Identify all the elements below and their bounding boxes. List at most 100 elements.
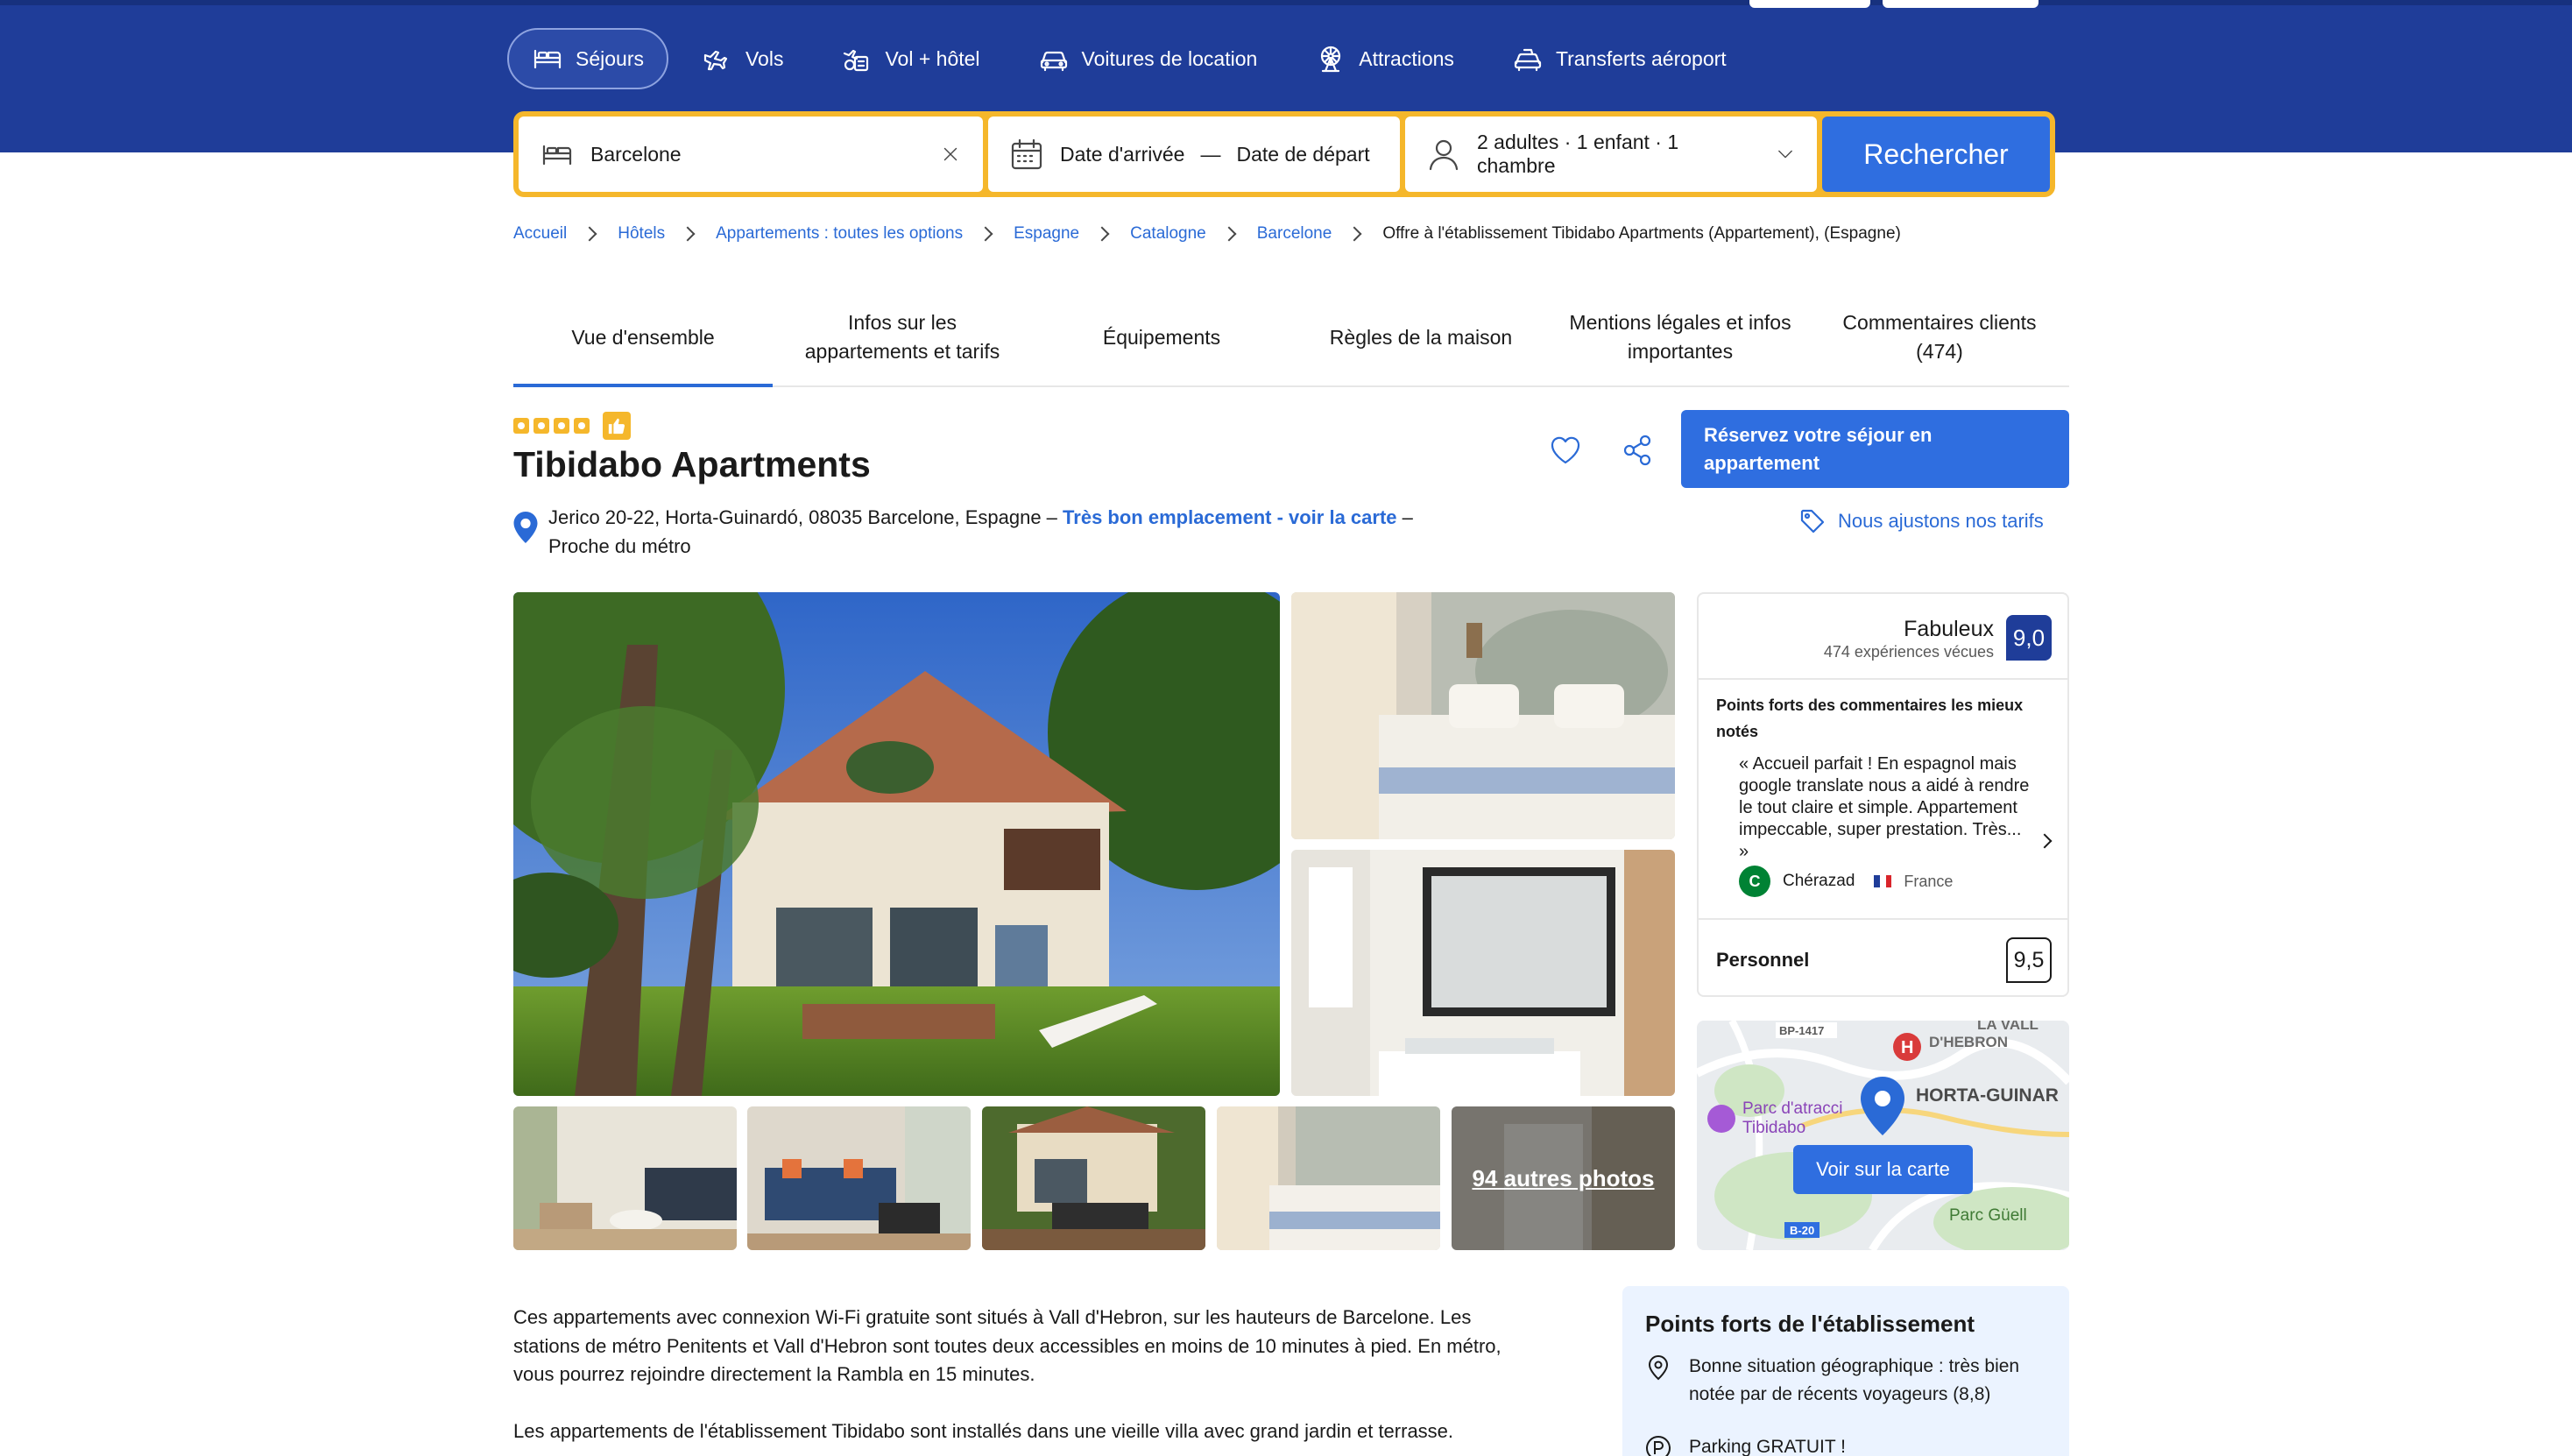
- share-button[interactable]: [1616, 429, 1658, 471]
- price-tag-icon: [1800, 509, 1825, 534]
- nav-flights[interactable]: Vols: [677, 28, 808, 89]
- highlight-parking: Parking GRATUIT !: [1645, 1433, 2057, 1456]
- share-icon: [1623, 435, 1651, 466]
- thumb-sofa[interactable]: [747, 1106, 971, 1250]
- divider: [1699, 918, 2067, 920]
- map-label-horta: HORTA-GUINAR: [1916, 1085, 2059, 1106]
- checkout-value: Date de départ: [1236, 142, 1370, 166]
- plane-icon: [703, 50, 728, 71]
- price-match-label: Nous ajustons nos tarifs: [1838, 510, 2044, 532]
- property-address: Jerico 20-22, Horta-Guinardó, 08035 Barc…: [513, 503, 1486, 561]
- property-description: Ces appartements avec connexion Wi-Fi gr…: [513, 1304, 1543, 1445]
- review-summary-card: Fabuleux 474 expériences vécues 9,0 Poin…: [1697, 592, 2069, 997]
- review-quote: « Accueil parfait ! En espagnol mais goo…: [1739, 754, 2030, 861]
- description-paragraph: Les appartements de l'établissement Tibi…: [513, 1419, 1454, 1442]
- search-button[interactable]: Rechercher: [1822, 117, 2050, 192]
- chevron-right-icon: [1346, 226, 1362, 242]
- thumb-more-photos[interactable]: 94 autres photos: [1452, 1106, 1675, 1250]
- chevron-right-icon[interactable]: [2032, 829, 2057, 853]
- photo-bathroom[interactable]: [1291, 850, 1675, 1096]
- car-icon: [1040, 51, 1067, 72]
- thumb-terrace[interactable]: [982, 1106, 1205, 1250]
- nav-flight-hotel[interactable]: Vol + hôtel: [816, 28, 1004, 89]
- destination-field[interactable]: Barcelone: [519, 117, 983, 192]
- staff-score-badge: 9,5: [2006, 937, 2052, 983]
- nav-airport-transfer[interactable]: Transferts aéroport: [1487, 28, 1751, 89]
- reserve-apartment-button[interactable]: Réservez votre séjour en appartement: [1681, 410, 2069, 488]
- review-score-header[interactable]: Fabuleux 474 expériences vécues 9,0: [1699, 594, 2067, 680]
- property-highlights: Points forts de l'établissement Bonne si…: [1622, 1286, 2069, 1456]
- nav-car-rental[interactable]: Voitures de location: [1014, 28, 1282, 89]
- nav-flight-hotel-label: Vol + hôtel: [885, 46, 980, 70]
- property-title: Tibidabo Apartments: [513, 444, 871, 484]
- avatar: C: [1739, 866, 1770, 897]
- main-nav: Séjours Vols Vol + hôtel Voitures de loc…: [507, 27, 1751, 90]
- nav-attractions-label: Attractions: [1359, 46, 1454, 70]
- map-road-bp1417: BP-1417: [1779, 1024, 1824, 1037]
- tab-apartment-info-prices[interactable]: Infos sur les appartements et tarifs: [773, 289, 1032, 385]
- metro-note: Proche du métro: [548, 535, 691, 557]
- breadcrumb-hotels[interactable]: Hôtels: [618, 224, 665, 244]
- save-favorite-button[interactable]: [1544, 429, 1586, 471]
- thumb-living-room[interactable]: [513, 1106, 737, 1250]
- star-rating: [513, 412, 631, 440]
- review-author: C Chérazad France: [1739, 866, 1953, 897]
- location-pin-icon: [1648, 1355, 1669, 1381]
- nav-car-rental-label: Voitures de location: [1081, 46, 1258, 70]
- location-map-link[interactable]: Très bon emplacement - voir la carte: [1063, 506, 1396, 528]
- breadcrumb-spain[interactable]: Espagne: [1014, 224, 1079, 244]
- map-label-dhebron: D'HEBRON: [1929, 1034, 2008, 1050]
- tab-overview[interactable]: Vue d'ensemble: [513, 289, 773, 387]
- tab-house-rules[interactable]: Règles de la maison: [1291, 289, 1551, 385]
- guests-field[interactable]: 2 adultes · 1 enfant · 1 chambre: [1405, 117, 1817, 192]
- breadcrumb-current: Offre à l'établissement Tibidabo Apartme…: [1382, 224, 1901, 243]
- view-on-map-button[interactable]: Voir sur la carte: [1793, 1145, 1973, 1194]
- breadcrumb: Accueil Hôtels Appartements : toutes les…: [513, 224, 1901, 244]
- location-map[interactable]: H BP-1417 LA VALL D'HEBRON HORTA-GUINAR …: [1697, 1021, 2069, 1250]
- review-count: 474 expériences vécues: [1823, 643, 1994, 661]
- dates-field[interactable]: Date d'arrivée — Date de départ: [988, 117, 1400, 192]
- nav-flights-label: Vols: [745, 46, 784, 70]
- highlight-parking-text: Parking GRATUIT !: [1689, 1437, 1846, 1456]
- france-flag-icon: [1874, 875, 1892, 887]
- price-match-link[interactable]: Nous ajustons nos tarifs: [1799, 508, 2044, 534]
- person-icon: [1429, 139, 1459, 171]
- ferris-wheel-icon: [1321, 46, 1341, 73]
- photo-bedroom[interactable]: [1291, 592, 1675, 839]
- highlight-location: Bonne situation géographique : très bien…: [1645, 1353, 2057, 1409]
- chevron-down-icon: [1778, 150, 1792, 159]
- author-country: France: [1904, 872, 1954, 890]
- header-signin-chip[interactable]: [1883, 0, 2039, 8]
- highlight-location-text: Bonne situation géographique : très bien…: [1689, 1356, 2020, 1404]
- dates-separator: —: [1200, 142, 1221, 166]
- header-topline: [0, 0, 2572, 5]
- breadcrumb-apartments[interactable]: Appartements : toutes les options: [716, 224, 963, 244]
- destination-value: Barcelone: [590, 142, 682, 166]
- nav-attractions[interactable]: Attractions: [1290, 28, 1479, 89]
- calendar-icon: [1011, 138, 1042, 170]
- description-paragraph: Ces appartements avec connexion Wi-Fi gr…: [513, 1306, 1502, 1385]
- rating-word: Fabuleux: [1904, 617, 1994, 641]
- breadcrumb-home[interactable]: Accueil: [513, 224, 567, 244]
- tab-legal-info[interactable]: Mentions légales et infos importantes: [1551, 289, 1810, 385]
- checkin-value: Date d'arrivée: [1060, 142, 1185, 166]
- header-account-chip[interactable]: [1749, 0, 1870, 8]
- clear-icon[interactable]: [939, 143, 962, 166]
- plane-hotel-icon: [844, 49, 869, 72]
- tab-guest-reviews[interactable]: Commentaires clients (474): [1810, 289, 2069, 385]
- address-dash: –: [1402, 506, 1413, 528]
- thumbs-up-icon[interactable]: [603, 412, 631, 440]
- map-label-la-vall: LA VALL: [1977, 1021, 2039, 1033]
- chevron-right-icon: [680, 226, 696, 242]
- taxi-icon: [1514, 48, 1542, 72]
- main-photo-villa-garden[interactable]: [513, 592, 1280, 1096]
- review-score-badge: 9,0: [2006, 615, 2052, 661]
- chevron-right-icon: [1094, 226, 1110, 242]
- tab-facilities[interactable]: Équipements: [1032, 289, 1291, 385]
- more-photos-label[interactable]: 94 autres photos: [1452, 1106, 1675, 1250]
- thumb-bedroom[interactable]: [1217, 1106, 1440, 1250]
- nav-stays[interactable]: Séjours: [507, 28, 668, 89]
- breadcrumb-barcelona[interactable]: Barcelone: [1257, 224, 1332, 244]
- star-icon: [533, 418, 549, 434]
- breadcrumb-catalonia[interactable]: Catalogne: [1130, 224, 1206, 244]
